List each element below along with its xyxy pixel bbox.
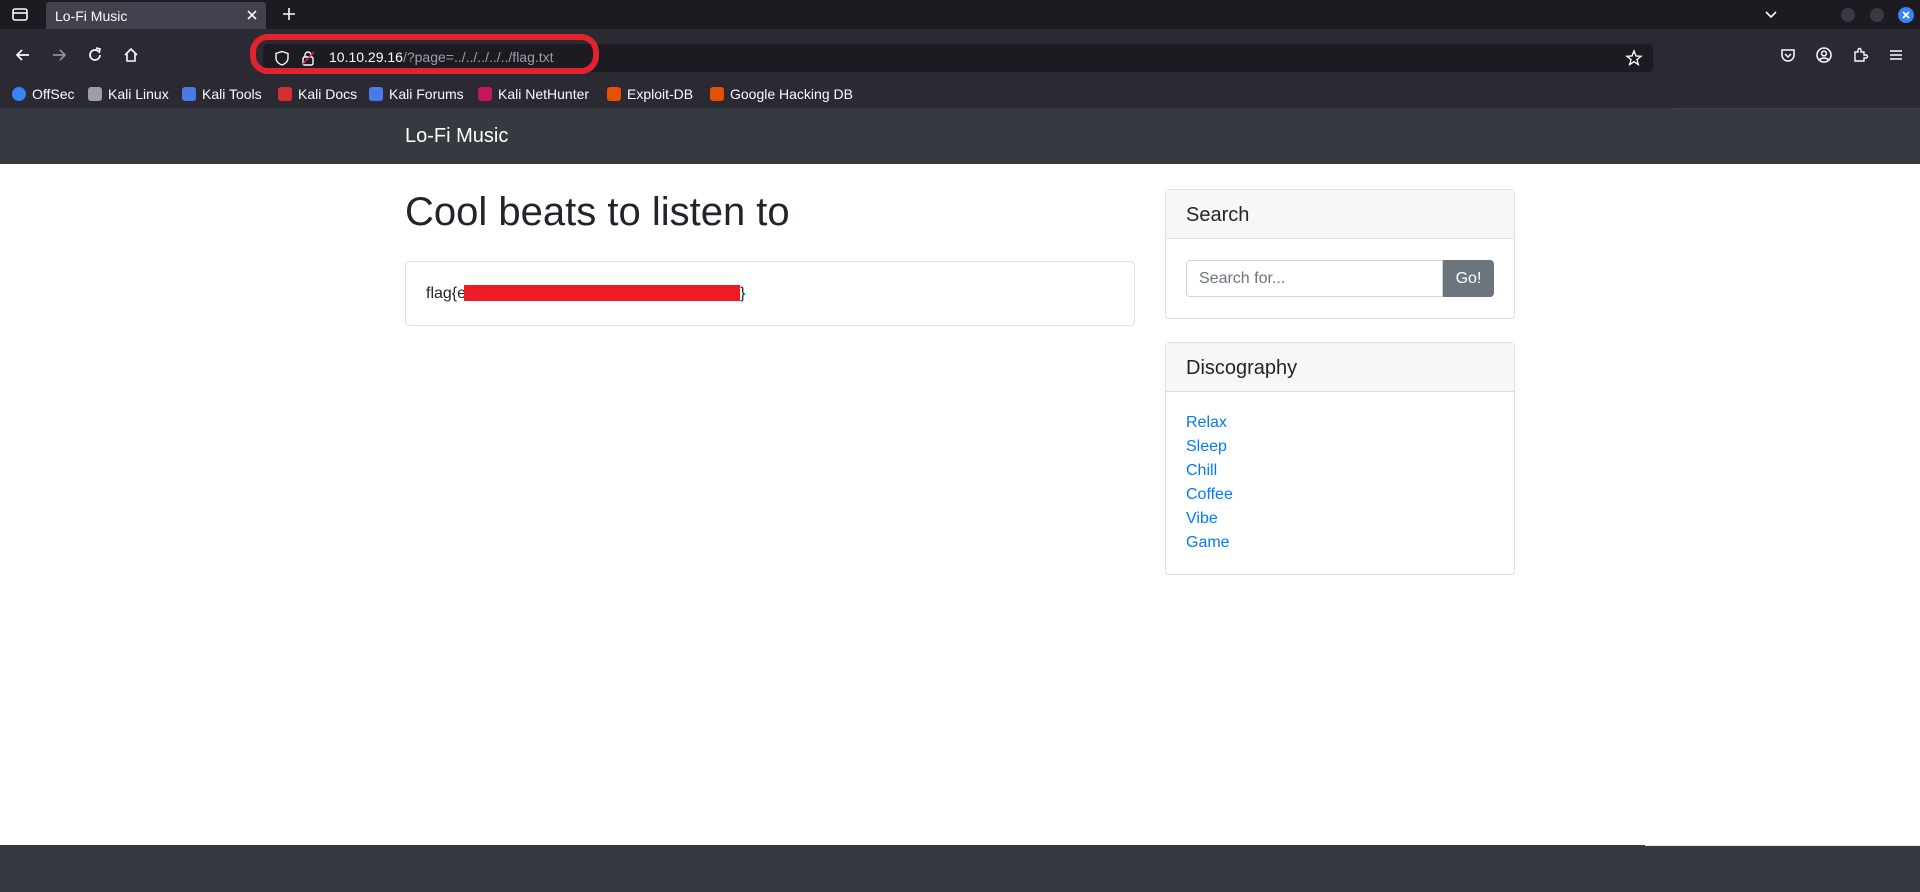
navigation-toolbar: 10.10.29.16/?page=../../../../../flag.tx… (0, 29, 1920, 85)
home-icon[interactable] (122, 46, 140, 64)
offsec-icon (12, 87, 26, 101)
flag-prefix: flag{e (426, 285, 467, 302)
exploit-db-icon (607, 87, 621, 101)
address-bar[interactable]: 10.10.29.16/?page=../../../../../flag.tx… (263, 44, 1653, 72)
site-brand-link[interactable]: Lo-Fi Music (405, 125, 508, 148)
redaction-bar (464, 285, 740, 301)
kali-tools-icon (182, 87, 196, 101)
list-item: Chill (1186, 462, 1233, 486)
discography-card: Discography Relax Sleep Chill Coffee Vib… (1165, 342, 1515, 575)
bookmark-label: Google Hacking DB (730, 86, 853, 102)
site-navbar: Lo-Fi Music (0, 108, 1673, 164)
list-item: Vibe (1186, 510, 1233, 534)
search-input[interactable] (1186, 260, 1443, 297)
tab-bar: Lo-Fi Music (0, 0, 1920, 29)
shield-icon[interactable] (274, 50, 290, 66)
discography-link-relax[interactable]: Relax (1186, 414, 1227, 431)
url-path: /?page=../../../../../flag.txt (402, 49, 554, 65)
discography-link-sleep[interactable]: Sleep (1186, 438, 1227, 455)
pocket-icon[interactable] (1779, 46, 1797, 64)
google-hacking-db-icon (710, 87, 724, 101)
flag-content-card: flag{e } (405, 261, 1135, 326)
bookmark-kali-nethunter[interactable]: Kali NetHunter (478, 83, 589, 105)
search-card: Search Go! (1165, 189, 1515, 319)
footer-divider (1645, 845, 1920, 846)
discography-card-header: Discography (1166, 343, 1514, 392)
maximize-window-button[interactable] (1870, 8, 1884, 22)
chevron-down-icon[interactable] (1763, 6, 1779, 22)
menu-icon[interactable] (1887, 46, 1905, 64)
search-go-button[interactable]: Go! (1443, 260, 1494, 297)
bookmark-kali-forums[interactable]: Kali Forums (369, 83, 464, 105)
url-host: 10.10.29.16 (329, 49, 403, 65)
site-navbar-extension (1673, 108, 1920, 164)
tab-title: Lo-Fi Music (55, 8, 128, 24)
discography-link-game[interactable]: Game (1186, 534, 1230, 551)
bookmark-label: Kali Tools (202, 86, 262, 102)
lock-icon[interactable] (301, 50, 315, 66)
bookmarks-toolbar: OffSec Kali Linux Kali Tools Kali Docs K… (0, 82, 1920, 108)
list-item: Game (1186, 534, 1233, 558)
tab-overview-icon[interactable] (11, 6, 29, 22)
url-text[interactable]: 10.10.29.16/?page=../../../../../flag.tx… (329, 49, 554, 65)
list-item: Relax (1186, 414, 1233, 438)
discography-link-coffee[interactable]: Coffee (1186, 486, 1233, 503)
bookmark-google-hacking-db[interactable]: Google Hacking DB (710, 83, 853, 105)
discography-list: Relax Sleep Chill Coffee Vibe Game (1186, 414, 1233, 558)
kali-nethunter-icon (478, 87, 492, 101)
extensions-icon[interactable] (1851, 46, 1869, 64)
minimize-window-button[interactable] (1841, 8, 1855, 22)
discography-link-chill[interactable]: Chill (1186, 462, 1217, 479)
bookmark-kali-linux[interactable]: Kali Linux (88, 83, 169, 105)
bookmark-label: Kali NetHunter (498, 86, 590, 102)
forward-icon[interactable] (50, 46, 68, 64)
page-title: Cool beats to listen to (405, 190, 790, 234)
bookmark-label: Kali Docs (298, 86, 358, 102)
site-footer (0, 845, 1920, 892)
bookmark-offsec[interactable]: OffSec (12, 83, 75, 105)
bookmark-label: Kali Linux (108, 86, 169, 102)
kali-dragon-icon (88, 87, 102, 101)
close-icon (1902, 11, 1910, 19)
bookmark-kali-docs[interactable]: Kali Docs (278, 83, 357, 105)
bookmark-label: Kali Forums (389, 86, 464, 102)
list-item: Sleep (1186, 438, 1233, 462)
account-icon[interactable] (1815, 46, 1833, 64)
bookmark-exploit-db[interactable]: Exploit-DB (607, 83, 693, 105)
discography-link-vibe[interactable]: Vibe (1186, 510, 1218, 527)
bookmark-kali-tools[interactable]: Kali Tools (182, 83, 262, 105)
bookmark-star-icon[interactable] (1625, 49, 1643, 67)
reload-icon[interactable] (86, 46, 104, 64)
close-tab-icon[interactable] (244, 7, 260, 23)
active-tab[interactable]: Lo-Fi Music (46, 2, 266, 29)
back-icon[interactable] (14, 46, 32, 64)
new-tab-icon[interactable] (280, 5, 298, 23)
bookmark-label: Exploit-DB (627, 86, 694, 102)
list-item: Coffee (1186, 486, 1233, 510)
page-viewport: Lo-Fi Music Cool beats to listen to flag… (0, 108, 1920, 892)
flag-suffix: } (740, 285, 746, 302)
search-card-header: Search (1166, 190, 1514, 239)
bookmark-label: OffSec (32, 86, 75, 102)
kali-forums-icon (369, 87, 383, 101)
kali-docs-icon (278, 87, 292, 101)
close-window-button[interactable] (1898, 7, 1914, 23)
